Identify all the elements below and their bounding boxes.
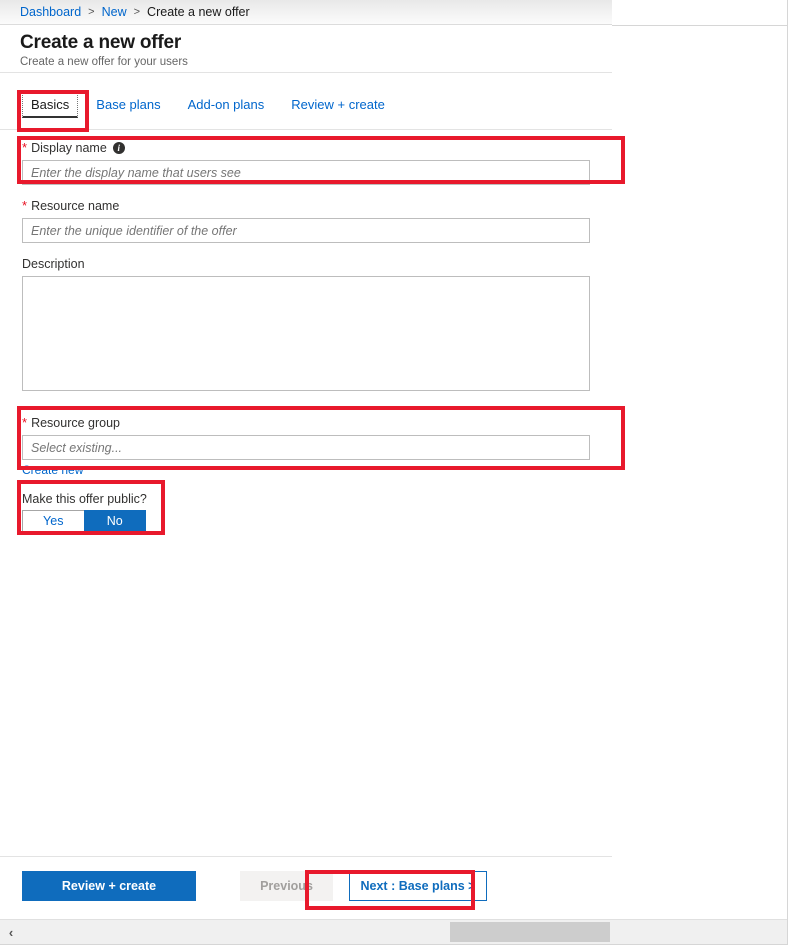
azure-portal-create-offer-blade: Dashboard > New > Create a new offer Cre… bbox=[0, 0, 788, 945]
description-textarea[interactable] bbox=[22, 276, 590, 391]
breadcrumb-item-current: Create a new offer bbox=[147, 5, 250, 19]
toggle-option-no[interactable]: No bbox=[83, 510, 146, 532]
field-description: Description bbox=[0, 243, 612, 396]
blade-right-empty-area bbox=[612, 26, 787, 919]
horizontal-scrollbar[interactable]: ‹ bbox=[0, 919, 787, 944]
page-subtitle: Create a new offer for your users bbox=[20, 56, 188, 68]
resource-group-select[interactable] bbox=[22, 435, 590, 460]
blade-header: Create a new offer Create a new offer fo… bbox=[0, 26, 612, 73]
resource-name-label: Resource name bbox=[31, 199, 120, 213]
breadcrumb-separator-icon: > bbox=[88, 6, 95, 18]
display-name-label-row: * Display name i bbox=[22, 140, 590, 156]
page-title: Create a new offer bbox=[20, 32, 182, 53]
tab-basics[interactable]: Basics bbox=[22, 92, 79, 118]
previous-button: Previous bbox=[240, 870, 333, 901]
resource-name-input[interactable] bbox=[22, 218, 590, 243]
description-label: Description bbox=[22, 257, 85, 271]
display-name-label: Display name bbox=[31, 141, 107, 155]
tab-add-on-plans[interactable]: Add-on plans bbox=[179, 92, 274, 118]
create-new-resource-group-link[interactable]: Create new bbox=[22, 463, 83, 477]
wizard-footer: Review + create Previous Next : Base pla… bbox=[0, 857, 612, 914]
resource-group-label: Resource group bbox=[31, 416, 121, 430]
tab-review-create[interactable]: Review + create bbox=[282, 92, 394, 118]
make-public-toggle: Yes No bbox=[22, 510, 146, 532]
resource-name-label-row: * Resource name bbox=[22, 198, 590, 214]
required-asterisk: * bbox=[22, 140, 28, 155]
display-name-input[interactable] bbox=[22, 160, 590, 185]
field-resource-group: * Resource group Create new bbox=[0, 396, 612, 479]
next-base-plans-button[interactable]: Next : Base plans > bbox=[349, 870, 487, 901]
scrollbar-thumb[interactable] bbox=[450, 922, 610, 942]
tab-base-plans[interactable]: Base plans bbox=[87, 92, 169, 118]
required-asterisk: * bbox=[22, 415, 28, 430]
make-public-label: Make this offer public? bbox=[22, 492, 147, 506]
breadcrumb-item-dashboard[interactable]: Dashboard bbox=[20, 5, 81, 19]
description-label-row: Description bbox=[22, 256, 590, 272]
scrollbar-track[interactable] bbox=[0, 920, 787, 944]
wizard-tabs: Basics Base plans Add-on plans Review + … bbox=[0, 92, 612, 130]
info-icon[interactable]: i bbox=[112, 142, 125, 154]
breadcrumb-bar-filler bbox=[612, 0, 787, 26]
review-create-button[interactable]: Review + create bbox=[22, 870, 196, 901]
breadcrumb-separator-icon: > bbox=[133, 6, 141, 18]
toggle-option-yes[interactable]: Yes bbox=[22, 510, 84, 532]
breadcrumb-item-new[interactable]: New bbox=[102, 5, 127, 19]
resource-group-label-row: * Resource group bbox=[22, 415, 590, 431]
field-resource-name: * Resource name bbox=[0, 185, 612, 243]
breadcrumb: Dashboard > New > Create a new offer bbox=[0, 0, 612, 25]
field-make-offer-public: Make this offer public? Yes No bbox=[0, 479, 612, 532]
basics-form: * Display name i * Resource name Descrip… bbox=[0, 130, 612, 532]
required-asterisk: * bbox=[22, 198, 28, 213]
field-display-name: * Display name i bbox=[0, 130, 612, 185]
